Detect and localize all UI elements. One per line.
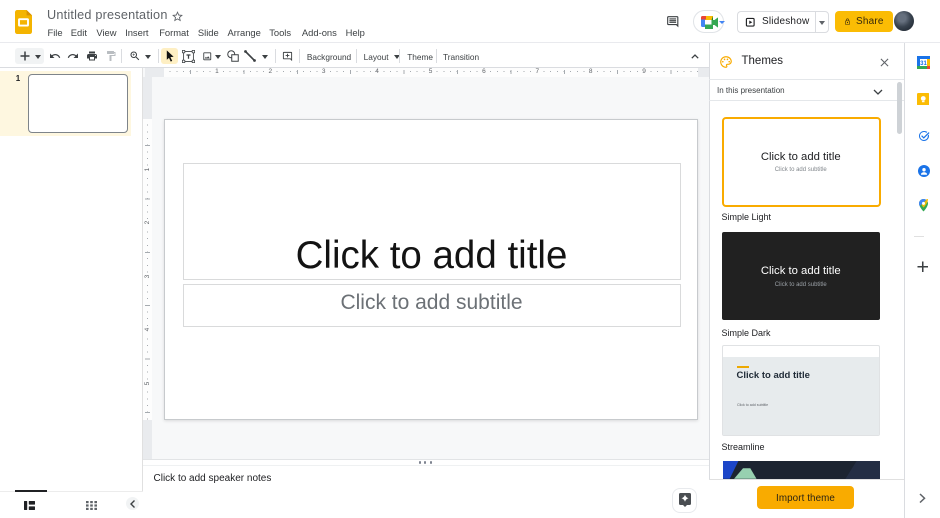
svg-text:31: 31: [920, 60, 927, 66]
